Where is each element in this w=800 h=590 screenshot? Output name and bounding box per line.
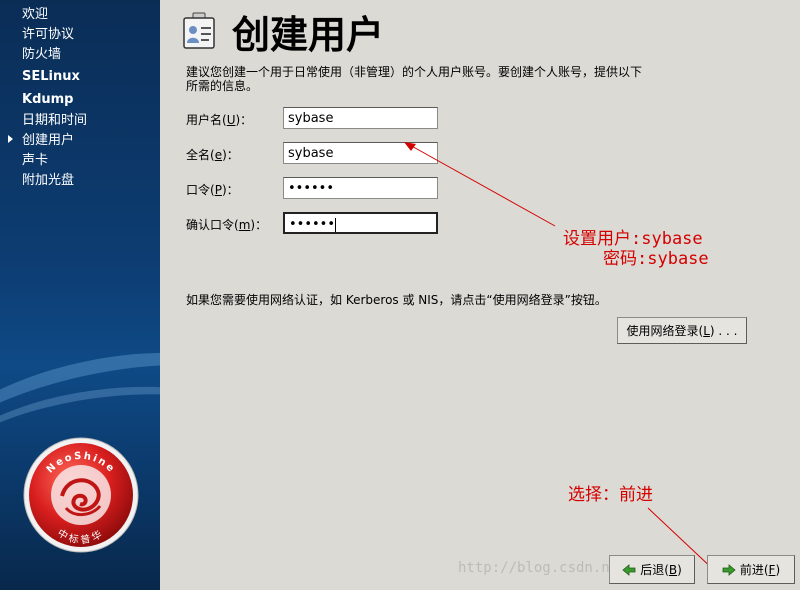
username-label: 用户名(U)： [186, 113, 253, 127]
description-line-2: 所需的信息。 [186, 79, 259, 93]
next-button[interactable]: 前进(F) [707, 555, 795, 584]
sidebar-item-license: 许可协议 [22, 27, 75, 42]
current-step-arrow-icon [8, 135, 13, 143]
confirm-password-label: 确认口令(m)： [186, 218, 268, 232]
sidebar-item-datetime: 日期和时间 [22, 113, 88, 128]
arrow-left-icon [622, 563, 636, 576]
sidebar-item-create-user: 创建用户 [22, 133, 75, 148]
annotation-arrow-icon [404, 142, 556, 227]
sidebar: 欢迎 许可协议 防火墙 SELinux Kdump 日期和时间 创建用户 声卡 … [0, 0, 160, 590]
sidebar-item-kdump: Kdump [22, 92, 74, 107]
arrow-right-icon [722, 563, 736, 576]
sidebar-item-additional-cd: 附加光盘 [22, 173, 75, 188]
sidebar-item-soundcard: 声卡 [22, 153, 49, 168]
annotation-next: 选择：前进 [568, 485, 653, 505]
page-title: 创建用户 [232, 13, 385, 57]
password-label: 口令(P)： [186, 183, 239, 197]
annotation-password: 密码:sybase [603, 249, 709, 269]
sidebar-item-welcome: 欢迎 [22, 7, 49, 22]
username-input[interactable]: sybase [283, 107, 438, 129]
sidebar-item-selinux: SELinux [22, 69, 80, 84]
text-cursor [335, 217, 337, 232]
main-panel: 创建用户 建议您创建一个用于日常使用（非管理）的个人用户账号。要创建个人账号，提… [160, 0, 800, 590]
network-login-button[interactable]: 使用网络登录(L) . . . [617, 317, 747, 344]
network-auth-text: 如果您需要使用网络认证，如 Kerberos 或 NIS，请点击“使用网络登录”… [186, 293, 607, 307]
back-button[interactable]: 后退(B) [609, 555, 695, 584]
user-card-icon [183, 12, 215, 49]
sidebar-item-firewall: 防火墙 [22, 47, 62, 62]
fullname-label: 全名(e)： [186, 148, 239, 162]
neoshine-logo: NeoShine 中标普华 [23, 437, 139, 553]
